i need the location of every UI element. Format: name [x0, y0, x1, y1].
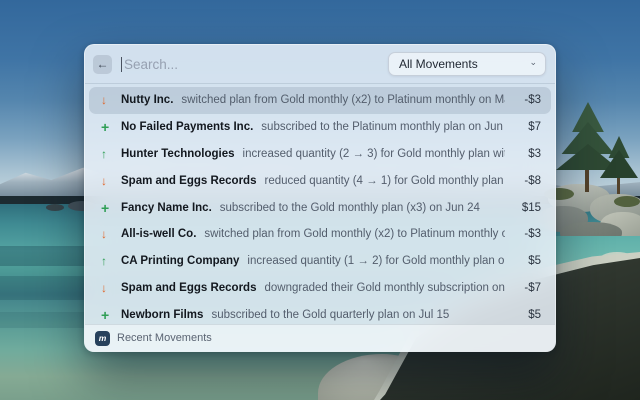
movement-row[interactable]: +Fancy Name Inc. subscribed to the Gold m… [89, 194, 551, 221]
movement-amount: $3 [513, 148, 541, 160]
plus-icon: + [101, 307, 121, 323]
movement-amount: $15 [513, 202, 541, 214]
arrow-down-icon: ↓ [101, 281, 121, 295]
footer-bar: m Recent Movements [85, 324, 555, 351]
arrow-down-icon: ↓ [101, 93, 121, 107]
plus-icon: + [101, 119, 121, 135]
company-name: Spam and Eggs Records [121, 282, 256, 294]
filter-selected-label: All Movements [399, 57, 478, 71]
wallpaper-rock [46, 204, 64, 211]
movement-row[interactable]: ↓Spam and Eggs Records downgraded their G… [89, 275, 551, 302]
company-name: Nutty Inc. [121, 94, 173, 106]
movement-amount: -$3 [513, 228, 541, 240]
movement-amount: -$8 [513, 175, 541, 187]
movement-row[interactable]: ↑CA Printing Company increased quantity (… [89, 248, 551, 275]
movement-amount: $5 [513, 309, 541, 321]
company-name: All-is-well Co. [121, 228, 196, 240]
movement-description: switched plan from Gold monthly (x2) to … [204, 228, 505, 240]
arrow-down-icon: ↓ [101, 174, 121, 188]
arrow-up-icon: ↑ [101, 147, 121, 161]
movement-row[interactable]: ↑Hunter Technologies increased quantity (… [89, 141, 551, 168]
movement-description: subscribed to the Platinum monthly plan … [261, 121, 505, 133]
search-header: ← All Movements ⌄ [85, 45, 555, 84]
company-name: Fancy Name Inc. [121, 202, 212, 214]
company-name: No Failed Payments Inc. [121, 121, 253, 133]
plus-icon: + [101, 200, 121, 216]
movement-description: switched plan from Gold monthly (x2) to … [181, 94, 505, 106]
company-name: Spam and Eggs Records [121, 175, 256, 187]
movement-row[interactable]: ↓Spam and Eggs Records reduced quantity (… [89, 167, 551, 194]
back-button[interactable]: ← [93, 55, 112, 74]
movement-description: subscribed to the Gold quarterly plan on… [211, 309, 505, 321]
arrow-down-icon: ↓ [101, 227, 121, 241]
movement-description: reduced quantity (4 → 1) for Gold monthl… [264, 175, 505, 187]
recent-movements-panel: ← All Movements ⌄ ↓Nutty Inc.switched pl… [84, 44, 556, 352]
movement-list: ↓Nutty Inc.switched plan from Gold month… [85, 84, 555, 324]
movement-amount: $7 [513, 121, 541, 133]
movement-amount: $5 [513, 255, 541, 267]
company-name: CA Printing Company [121, 255, 239, 267]
movement-description: increased quantity (2 → 3) for Gold mont… [243, 148, 505, 160]
movements-filter-dropdown[interactable]: All Movements ⌄ [388, 52, 546, 76]
app-logo-icon: m [95, 331, 110, 346]
back-arrow-icon: ← [97, 57, 109, 71]
movement-description: increased quantity (1 → 2) for Gold mont… [247, 255, 505, 267]
movement-row[interactable]: +No Failed Payments Inc. subscribed to th… [89, 114, 551, 141]
movement-description: downgraded their Gold monthly subscripti… [264, 282, 505, 294]
company-name: Hunter Technologies [121, 148, 235, 160]
search-field-wrap [117, 57, 383, 72]
movement-row[interactable]: +Newborn Films subscribed to the Gold qua… [89, 301, 551, 324]
company-name: Newborn Films [121, 309, 203, 321]
wallpaper-pine-tree [600, 136, 638, 194]
search-input[interactable] [122, 57, 383, 72]
movement-amount: -$3 [513, 94, 541, 106]
movement-row[interactable]: ↓Nutty Inc. switched plan from Gold month… [89, 87, 551, 114]
arrow-up-icon: ↑ [101, 254, 121, 268]
chevron-down-icon: ⌄ [529, 58, 537, 67]
wallpaper-bush [614, 196, 640, 207]
movement-amount: -$7 [513, 282, 541, 294]
movement-description: subscribed to the Gold monthly plan (x3)… [220, 202, 505, 214]
footer-label: Recent Movements [117, 332, 212, 344]
movement-row[interactable]: ↓All-is-well Co. switched plan from Gold … [89, 221, 551, 248]
